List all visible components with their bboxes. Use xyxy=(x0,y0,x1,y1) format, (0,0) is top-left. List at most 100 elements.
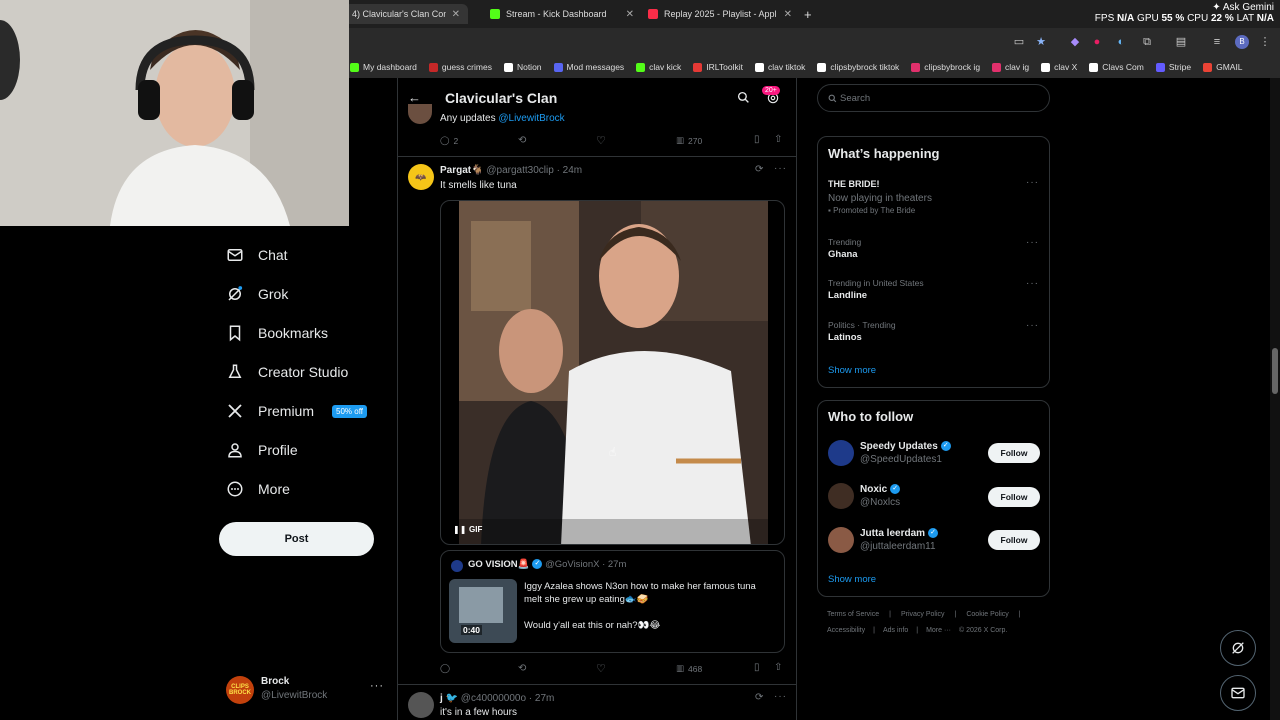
nav-more[interactable]: More xyxy=(226,480,290,498)
footer-link[interactable]: More ··· xyxy=(926,627,951,634)
kebab-menu-icon[interactable]: ⋮ xyxy=(1258,35,1272,49)
author-handle[interactable]: @pargatt30clip xyxy=(486,165,553,176)
follow-user-info[interactable]: Jutta leerdam ✓ @juttaleerdam11 xyxy=(860,528,939,552)
avatar[interactable] xyxy=(408,692,434,718)
footer-link[interactable]: Ads info xyxy=(883,627,908,634)
bookmark[interactable]: My dashboard xyxy=(350,62,417,72)
nav-bookmarks[interactable]: Bookmarks xyxy=(226,324,328,342)
close-icon[interactable]: ✕ xyxy=(626,9,634,20)
author-name[interactable]: j 🐦 xyxy=(440,693,458,704)
share-button[interactable]: ⇧ xyxy=(774,662,782,673)
sidepanel-icon[interactable]: ▤ xyxy=(1174,35,1188,49)
reply-button[interactable]: ◯ xyxy=(440,663,450,674)
avatar[interactable] xyxy=(828,440,854,466)
trend-item[interactable]: Trending Ghana xyxy=(828,237,861,260)
nav-grok[interactable]: Grok xyxy=(226,285,288,303)
video-thumbnail[interactable]: 0:40 xyxy=(449,579,517,643)
bookmark[interactable]: guess crimes xyxy=(428,62,492,72)
views-button[interactable]: ▥ 468 xyxy=(676,663,702,674)
bookmark[interactable]: Clavs Com xyxy=(1089,62,1144,72)
bookmark[interactable]: clav ig xyxy=(992,62,1029,72)
search-icon[interactable] xyxy=(737,91,750,104)
bookmark-button[interactable]: ▯ xyxy=(754,134,760,145)
follow-button[interactable]: Follow xyxy=(988,530,1040,550)
author-handle[interactable]: @c40000000o xyxy=(461,693,526,704)
tab-clavicular-clan[interactable]: 4) Clavicular's Clan Community ✕ xyxy=(344,4,468,24)
tab-apple-music[interactable]: Replay 2025 - Playlist - Apple M ✕ xyxy=(648,4,792,24)
retweet-button[interactable]: ⟲ xyxy=(518,663,526,674)
trend-item[interactable]: Politics · Trending Latinos xyxy=(828,320,896,343)
account-switcher[interactable]: CLIPS BROCK Brock @LivewitBrock ··· xyxy=(226,674,386,706)
reply-button[interactable]: ◯ 2 xyxy=(440,135,458,146)
back-arrow-icon[interactable]: ← xyxy=(408,90,421,105)
footer-link[interactable]: Cookie Policy xyxy=(966,611,1008,618)
bookmark[interactable]: clipsbybrock tiktok xyxy=(817,62,899,72)
trend-item[interactable]: THE BRIDE! Now playing in theaters ▪ Pro… xyxy=(828,179,932,215)
like-button[interactable]: ♡ xyxy=(596,662,606,675)
cast-icon[interactable]: ▭ xyxy=(1012,35,1026,49)
playlist-icon[interactable]: ≡ xyxy=(1210,35,1224,49)
extension-icon[interactable]: ● xyxy=(1090,35,1104,49)
views-button[interactable]: ▥ 270 xyxy=(676,135,702,146)
follow-button[interactable]: Follow xyxy=(988,487,1040,507)
close-icon[interactable]: ✕ xyxy=(784,9,792,20)
more-dots-icon[interactable]: ··· xyxy=(774,691,787,702)
bookmark[interactable]: clav kick xyxy=(636,62,681,72)
nav-creator-studio[interactable]: Creator Studio xyxy=(226,363,348,381)
more-dots-icon[interactable]: ··· xyxy=(1026,320,1039,331)
quoted-tweet[interactable]: GO VISION🚨 ✓ @GoVisionX · 27m 0:40 Iggy A… xyxy=(440,550,785,653)
avatar[interactable] xyxy=(828,527,854,553)
timestamp[interactable]: · 24m xyxy=(557,165,583,176)
nav-premium[interactable]: Premium 50% off xyxy=(226,402,367,420)
bookmark[interactable]: clav tiktok xyxy=(755,62,805,72)
grok-floating-button[interactable] xyxy=(1220,630,1256,666)
avatar[interactable] xyxy=(828,483,854,509)
extension-icon[interactable]: ◐ xyxy=(1114,35,1128,49)
messages-floating-button[interactable] xyxy=(1220,675,1256,711)
footer-link[interactable]: Accessibility xyxy=(827,627,865,634)
bookmark[interactable]: Stripe xyxy=(1155,62,1191,72)
grok-action-icon[interactable]: ⟳ xyxy=(755,692,763,703)
scrollbar[interactable] xyxy=(1270,78,1280,720)
share-button[interactable]: ⇧ xyxy=(774,134,782,145)
like-button[interactable]: ♡ xyxy=(596,134,606,147)
star-icon[interactable]: ★ xyxy=(1034,35,1048,49)
bookmark[interactable]: IRLToolkit xyxy=(693,62,743,72)
more-dots-icon[interactable]: ··· xyxy=(1026,237,1039,248)
show-more-link[interactable]: Show more xyxy=(828,365,876,376)
more-dots-icon[interactable]: ··· xyxy=(774,163,787,174)
bookmark[interactable]: clipsbybrock ig xyxy=(911,62,980,72)
extension-icon[interactable]: ◆ xyxy=(1068,35,1082,49)
show-more-link[interactable]: Show more xyxy=(828,574,876,585)
nav-profile[interactable]: Profile xyxy=(226,441,298,459)
follow-user-info[interactable]: Speedy Updates ✓ @SpeedUpdates1 xyxy=(860,441,951,465)
tab-kick-dashboard[interactable]: Stream - Kick Dashboard ✕ xyxy=(490,4,634,24)
new-tab-button[interactable]: + xyxy=(804,4,818,24)
bookmark[interactable]: Notion xyxy=(503,62,542,72)
profile-avatar-icon[interactable]: B xyxy=(1235,35,1249,49)
more-dots-icon[interactable]: ··· xyxy=(370,680,384,692)
avatar[interactable]: 🦇 xyxy=(408,164,434,190)
more-dots-icon[interactable]: ··· xyxy=(1026,278,1039,289)
grok-action-icon[interactable]: ⟳ xyxy=(755,164,763,175)
bookmark-button[interactable]: ▯ xyxy=(754,662,760,673)
pause-icon[interactable]: ❚❚ xyxy=(453,525,466,534)
nav-chat[interactable]: Chat xyxy=(226,246,288,264)
search-input[interactable]: Search xyxy=(817,84,1050,112)
bookmark[interactable]: clav X xyxy=(1041,62,1077,72)
follow-button[interactable]: Follow xyxy=(988,443,1040,463)
ask-gemini[interactable]: ✦ Ask Gemini xyxy=(1095,2,1274,13)
bookmark[interactable]: Mod messages xyxy=(553,62,624,72)
post-button[interactable]: Post xyxy=(219,522,374,556)
trend-item[interactable]: Trending in United States Landline xyxy=(828,278,924,301)
bookmark[interactable]: GMAIL xyxy=(1203,62,1243,72)
retweet-button[interactable]: ⟲ xyxy=(518,135,526,146)
close-icon[interactable]: ✕ xyxy=(452,9,460,20)
timestamp[interactable]: · 27m xyxy=(529,693,555,704)
follow-user-info[interactable]: Noxic ✓ @Noxlcs xyxy=(860,484,901,508)
tweet-gif[interactable]: ❚❚ GIF ☝ xyxy=(440,200,785,545)
footer-link[interactable]: Privacy Policy xyxy=(901,611,945,618)
footer-link[interactable]: Terms of Service xyxy=(827,611,879,618)
more-dots-icon[interactable]: ··· xyxy=(1026,177,1039,188)
puzzle-icon[interactable]: ⧉ xyxy=(1140,35,1154,49)
